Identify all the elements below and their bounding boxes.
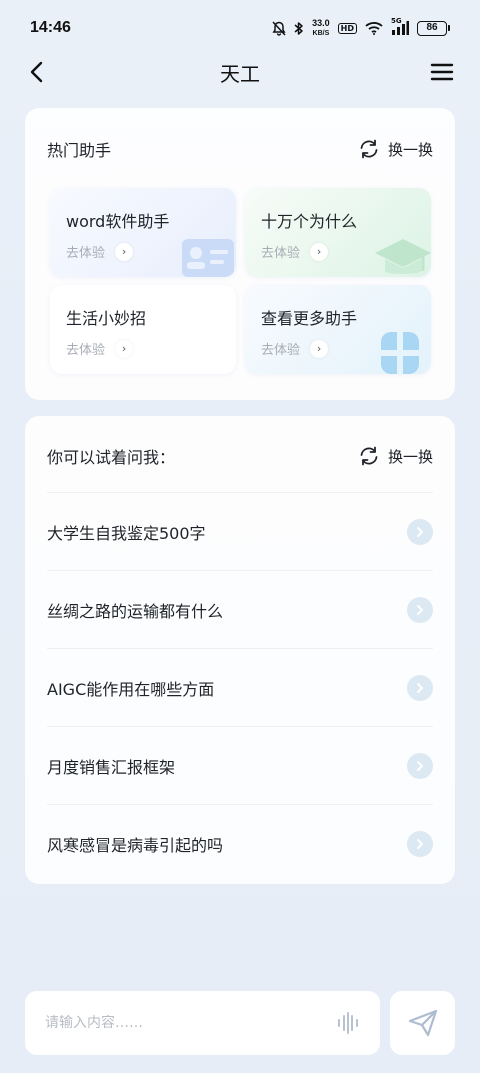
assistant-tile-name: 查看更多助手 [261,309,358,328]
four-leaf-grid-icon [381,332,419,374]
refresh-icon [360,139,378,159]
suggestion-item[interactable]: 丝绸之路的运输都有什么 [47,570,433,648]
assistant-tile-action: 去体验 › [261,242,329,261]
chevron-right-icon [407,752,433,779]
suggestion-item[interactable]: 月度销售汇报框架 [47,726,433,804]
suggestion-text: 风寒感冒是病毒引起的吗 [47,835,224,855]
suggestion-item[interactable]: 风寒感冒是病毒引起的吗 [47,804,433,882]
send-button[interactable] [390,991,455,1055]
assistant-tile-action: 去体验 › [261,339,329,358]
assistant-tile-action: 去体验 › [66,339,134,358]
assistant-tile-word[interactable]: word软件助手 去体验 › [50,188,236,277]
status-bar: 14:46 33.0 KB/S HD 5G 86 [0,0,480,56]
battery-tip [448,25,450,31]
battery-level: 86 [417,20,447,36]
net-speed: 33.0 KB/S [312,17,330,38]
id-card-icon [182,239,234,277]
signal-label: 5G [391,17,402,25]
voice-input-icon[interactable] [336,1011,360,1035]
assistant-tile-name: word软件助手 [66,212,170,231]
suggestions-refresh-button[interactable]: 换一换 [358,446,433,467]
try-it-label: 去体验 [66,246,106,261]
net-speed-unit: KB/S [312,29,330,37]
hot-assistants-title: 热门助手 [47,141,112,160]
suggestions-card: 你可以试着问我： 换一换 大学生自我鉴定500字 丝绸之路的运输都有什么 AIG… [25,416,455,884]
chevron-right-icon: › [115,339,134,358]
graduation-cap-icon [375,239,431,274]
status-time: 14:46 [30,19,71,36]
hot-assistants-header: 热门助手 换一换 [25,108,455,190]
chevron-right-icon: › [310,242,329,261]
suggestion-text: AIGC能作用在哪些方面 [47,679,215,699]
hot-assistants-refresh-button[interactable]: 换一换 [358,139,433,160]
signal-icon: 5G [391,17,409,35]
refresh-icon [360,446,378,466]
suggestion-text: 丝绸之路的运输都有什么 [47,601,224,621]
suggestion-item[interactable]: AIGC能作用在哪些方面 [47,648,433,726]
chevron-right-icon [407,518,433,545]
suggestions-refresh-label: 换一换 [387,447,433,466]
send-icon [408,1009,437,1037]
assistant-tile-more[interactable]: 查看更多助手 去体验 › [245,285,431,374]
assistant-tile-name: 生活小妙招 [66,309,147,328]
suggestion-text: 月度销售汇报框架 [47,757,176,777]
hot-assistants-refresh-label: 换一换 [387,140,433,159]
wifi-icon [365,21,383,35]
suggestions-header: 你可以试着问我： 换一换 [25,416,455,496]
chevron-right-icon [407,830,433,857]
message-composer [25,991,380,1055]
page-title: 天工 [220,62,260,86]
message-input[interactable] [45,1011,325,1035]
assistant-tile-life-tips[interactable]: 生活小妙招 去体验 › [50,285,236,374]
hot-assistants-card: 热门助手 换一换 word软件助手 去体验 › 十万个为什么 去体验 › 生活小… [25,108,455,400]
chevron-right-icon: › [310,339,329,358]
suggestion-item[interactable]: 大学生自我鉴定500字 [47,492,433,570]
net-speed-value: 33.0 [312,17,330,28]
try-it-label: 去体验 [261,343,301,358]
try-it-label: 去体验 [66,343,106,358]
mute-bell-icon [272,20,286,36]
chevron-right-icon [407,596,433,623]
suggestion-text: 大学生自我鉴定500字 [47,523,206,543]
chevron-right-icon [407,674,433,701]
chevron-right-icon: › [115,242,134,261]
menu-button[interactable] [430,60,454,84]
hamburger-menu-icon [430,63,454,81]
bluetooth-icon [294,21,304,36]
assistant-tile-why[interactable]: 十万个为什么 去体验 › [245,188,431,277]
status-icons: 33.0 KB/S HD 5G 86 [272,17,450,38]
hd-badge: HD [337,22,357,34]
nav-bar: 天工 [0,50,480,94]
try-it-label: 去体验 [261,246,301,261]
battery-indicator: 86 [417,20,450,36]
assistant-tile-name: 十万个为什么 [261,212,358,231]
assistant-tile-action: 去体验 › [66,242,134,261]
suggestion-list: 大学生自我鉴定500字 丝绸之路的运输都有什么 AIGC能作用在哪些方面 月度销… [47,492,433,882]
suggestions-title: 你可以试着问我： [47,448,176,467]
